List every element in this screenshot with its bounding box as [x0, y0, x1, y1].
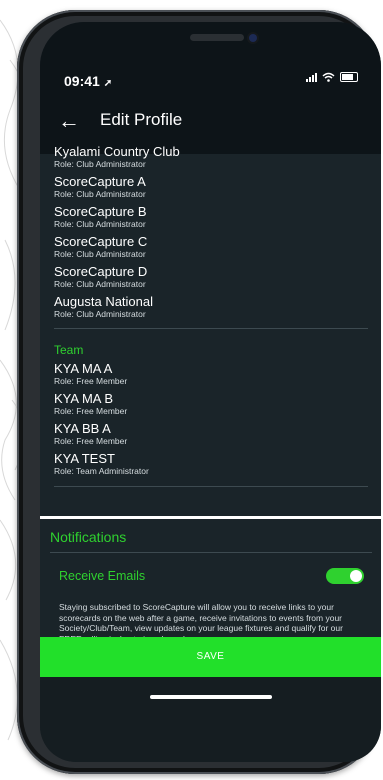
club-role: Role: Club Administrator — [54, 159, 146, 169]
team-name: KYA MA B — [54, 391, 114, 406]
section-divider — [54, 486, 368, 487]
app-screen: 09:41 ➚ ← Edit Profile Kyalami Country C… — [40, 22, 381, 762]
signal-icon — [306, 72, 317, 82]
speaker-grille — [190, 34, 244, 41]
team-role: Role: Free Member — [54, 436, 128, 446]
list-item[interactable]: KYA MA A Role: Free Member — [54, 361, 127, 387]
notifications-title: Notifications — [50, 529, 127, 545]
status-time-text: 09:41 — [64, 73, 100, 89]
page-title: Edit Profile — [100, 110, 183, 129]
list-item[interactable]: ScoreCapture B Role: Club Administrator — [54, 204, 147, 230]
receive-emails-toggle[interactable] — [326, 568, 364, 584]
battery-icon — [340, 72, 358, 82]
club-role: Role: Club Administrator — [54, 309, 146, 319]
club-role: Role: Club Administrator — [54, 219, 146, 229]
toggle-knob[interactable] — [350, 570, 362, 582]
club-name: Kyalami Country Club — [54, 144, 180, 159]
section-divider — [54, 328, 368, 329]
receive-emails-label: Receive Emails — [59, 569, 146, 583]
list-item[interactable]: ScoreCapture D Role: Club Administrator — [54, 264, 147, 290]
notifications-divider — [50, 552, 372, 553]
team-name: KYA BB A — [54, 421, 111, 436]
location-arrow-icon: ➚ — [103, 78, 113, 89]
team-name: KYA MA A — [54, 361, 113, 376]
list-item[interactable]: KYA MA B Role: Free Member — [54, 391, 127, 417]
status-time: 09:41 ➚ — [64, 73, 112, 89]
club-name: ScoreCapture C — [54, 234, 148, 249]
club-name: Augusta National — [54, 294, 154, 309]
team-role: Role: Free Member — [54, 406, 128, 416]
club-role: Role: Club Administrator — [54, 249, 146, 259]
arrow-left-icon[interactable]: ← — [58, 110, 80, 132]
list-item[interactable]: Kyalami Country Club Role: Club Administ… — [54, 144, 180, 170]
list-item[interactable]: ScoreCapture A Role: Club Administrator — [54, 174, 146, 200]
list-item[interactable]: Augusta National Role: Club Administrato… — [54, 294, 153, 320]
list-item[interactable]: KYA BB A Role: Free Member — [54, 421, 127, 447]
wifi-icon — [322, 72, 335, 82]
team-name: KYA TEST — [54, 451, 115, 466]
club-name: ScoreCapture B — [54, 204, 147, 219]
club-name: ScoreCapture D — [54, 264, 148, 279]
team-role: Role: Free Member — [54, 376, 128, 386]
club-name: ScoreCapture A — [54, 174, 146, 189]
team-section-label: Team — [54, 343, 84, 357]
home-indicator[interactable] — [150, 695, 272, 699]
section-separator — [40, 516, 381, 519]
list-item[interactable]: ScoreCapture C Role: Club Administrator — [54, 234, 147, 260]
bottom-bar — [40, 677, 381, 762]
list-item[interactable]: KYA TEST Role: Team Administrator — [54, 451, 149, 477]
save-button[interactable]: SAVE — [40, 637, 381, 677]
club-role: Role: Club Administrator — [54, 279, 146, 289]
status-icons — [306, 72, 358, 82]
club-role: Role: Club Administrator — [54, 189, 146, 199]
team-role: Role: Team Administrator — [54, 466, 149, 476]
front-camera-icon — [249, 34, 257, 42]
top-bar: 09:41 ➚ ← Edit Profile — [40, 22, 381, 154]
